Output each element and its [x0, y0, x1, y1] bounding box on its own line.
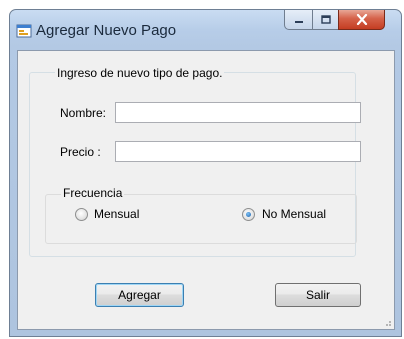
window-form-icon: [16, 24, 32, 38]
close-button[interactable]: [338, 10, 385, 30]
nombre-field-box: [115, 102, 361, 123]
payment-group-legend: Ingreso de nuevo tipo de pago.: [55, 66, 225, 80]
resize-grip-icon[interactable]: [382, 317, 392, 327]
add-button[interactable]: Agregar: [95, 283, 184, 307]
radio-mensual-label[interactable]: Mensual: [94, 207, 139, 221]
precio-label: Precio :: [60, 145, 101, 159]
minimize-button[interactable]: [284, 10, 313, 30]
nombre-input[interactable]: [116, 103, 360, 122]
exit-button[interactable]: Salir: [275, 283, 361, 307]
maximize-icon: [320, 15, 331, 24]
frequency-legend: Frecuencia: [61, 186, 125, 200]
window-title: Agregar Nuevo Pago: [36, 22, 177, 39]
radio-selected-dot: [246, 212, 251, 217]
radio-no-mensual[interactable]: [242, 208, 255, 221]
title-bar[interactable]: Agregar Nuevo Pago: [10, 10, 401, 50]
precio-input[interactable]: [116, 142, 360, 161]
radio-no-mensual-label[interactable]: No Mensual: [262, 207, 326, 221]
nombre-label: Nombre:: [60, 106, 107, 120]
precio-field-box: [115, 141, 361, 162]
maximize-button[interactable]: [312, 10, 339, 30]
close-icon: [356, 14, 367, 25]
minimize-icon: [294, 20, 303, 23]
radio-mensual[interactable]: [75, 208, 88, 221]
